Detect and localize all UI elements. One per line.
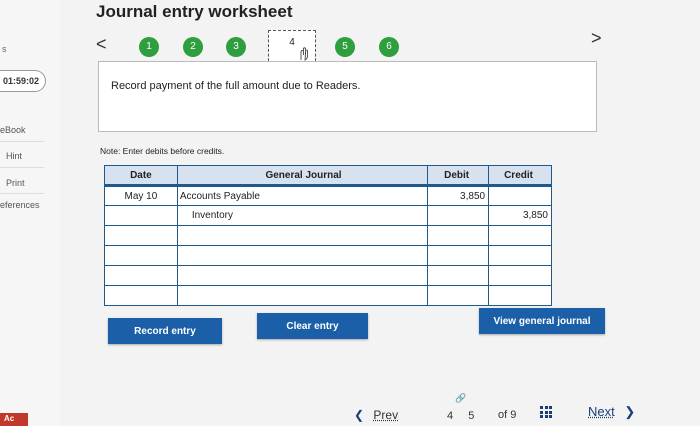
rail-divider [0, 167, 44, 168]
table-row [104, 245, 552, 266]
rail-partial-label: s [2, 44, 7, 54]
debit-cell[interactable] [427, 225, 490, 246]
link-icon: 🔗 [455, 393, 467, 403]
chevron-left-icon: ❮ [354, 408, 365, 422]
debit-cell[interactable] [427, 245, 490, 266]
date-cell[interactable] [104, 205, 178, 226]
hand-cursor-icon [300, 47, 308, 61]
page-current: 4 [447, 410, 454, 422]
step-6[interactable]: 6 [379, 37, 399, 57]
table-row: May 10 Accounts Payable 3,850 [104, 184, 552, 206]
step-5[interactable]: 5 [335, 37, 355, 57]
debit-cell[interactable]: 3,850 [427, 184, 490, 206]
credit-cell[interactable] [488, 285, 552, 306]
header-credit: Credit [488, 165, 552, 186]
rail-divider [0, 141, 44, 142]
account-cell[interactable]: Accounts Payable [176, 184, 429, 206]
account-cell[interactable]: Inventory [176, 205, 429, 226]
ebook-link[interactable]: eBook [0, 125, 26, 135]
account-cell[interactable] [176, 265, 429, 286]
chevron-left-icon[interactable]: < [96, 34, 107, 55]
header-general-journal: General Journal [176, 165, 429, 186]
chevron-right-icon[interactable]: > [591, 28, 602, 49]
account-cell[interactable] [176, 225, 429, 246]
account-cell[interactable] [176, 245, 429, 266]
step-1[interactable]: 1 [139, 37, 159, 57]
debit-cell[interactable] [427, 265, 490, 286]
table-row [104, 225, 552, 246]
step-2[interactable]: 2 [183, 37, 203, 57]
record-entry-button[interactable]: Record entry [108, 318, 222, 344]
hint-link[interactable]: Hint [6, 151, 22, 161]
grid-icon[interactable] [540, 406, 554, 420]
chevron-right-icon: ❯ [624, 404, 636, 419]
timer: 01:59:02 [0, 70, 46, 92]
date-cell[interactable]: May 10 [104, 184, 178, 206]
step-3[interactable]: 3 [226, 37, 246, 57]
header-date: Date [104, 165, 178, 186]
debit-cell[interactable] [427, 285, 490, 306]
ac-badge: Ac [0, 413, 28, 426]
clear-entry-button[interactable]: Clear entry [257, 313, 368, 339]
next-link[interactable]: Next ❯ [588, 404, 635, 420]
date-cell[interactable] [104, 265, 178, 286]
journal-table: Date General Journal Debit Credit May 10… [104, 165, 552, 306]
prev-label: Prev [373, 408, 399, 422]
credit-cell[interactable] [488, 184, 552, 206]
page-selector[interactable]: 4 5 [447, 410, 474, 422]
step-4-label: 4 [289, 37, 295, 48]
account-cell[interactable] [176, 285, 429, 306]
rail-divider [0, 193, 44, 194]
debit-cell[interactable] [427, 205, 490, 226]
left-rail: s 01:59:02 eBook Hint Print eferences Ac [0, 0, 60, 426]
table-row: Inventory 3,850 [104, 205, 552, 226]
credit-cell[interactable] [488, 245, 552, 266]
table-row [104, 285, 552, 306]
references-link[interactable]: eferences [0, 200, 40, 210]
date-cell[interactable] [104, 245, 178, 266]
print-link[interactable]: Print [6, 178, 25, 188]
table-row [104, 265, 552, 286]
credit-cell[interactable] [488, 225, 552, 246]
prev-link[interactable]: ❮ Prev [354, 408, 398, 422]
date-cell[interactable] [104, 285, 178, 306]
credit-cell[interactable] [488, 265, 552, 286]
credit-cell[interactable]: 3,850 [488, 205, 552, 226]
page-next: 5 [468, 410, 475, 422]
header-debit: Debit [427, 165, 490, 186]
page-total: of 9 [498, 409, 517, 421]
next-label: Next [588, 404, 615, 419]
prompt-text: Record payment of the full amount due to… [111, 80, 361, 92]
date-cell[interactable] [104, 225, 178, 246]
note-text: Note: Enter debits before credits. [100, 146, 225, 156]
view-general-journal-button[interactable]: View general journal [479, 308, 605, 334]
prompt-box [98, 61, 597, 132]
page-title: Journal entry worksheet [96, 2, 293, 21]
